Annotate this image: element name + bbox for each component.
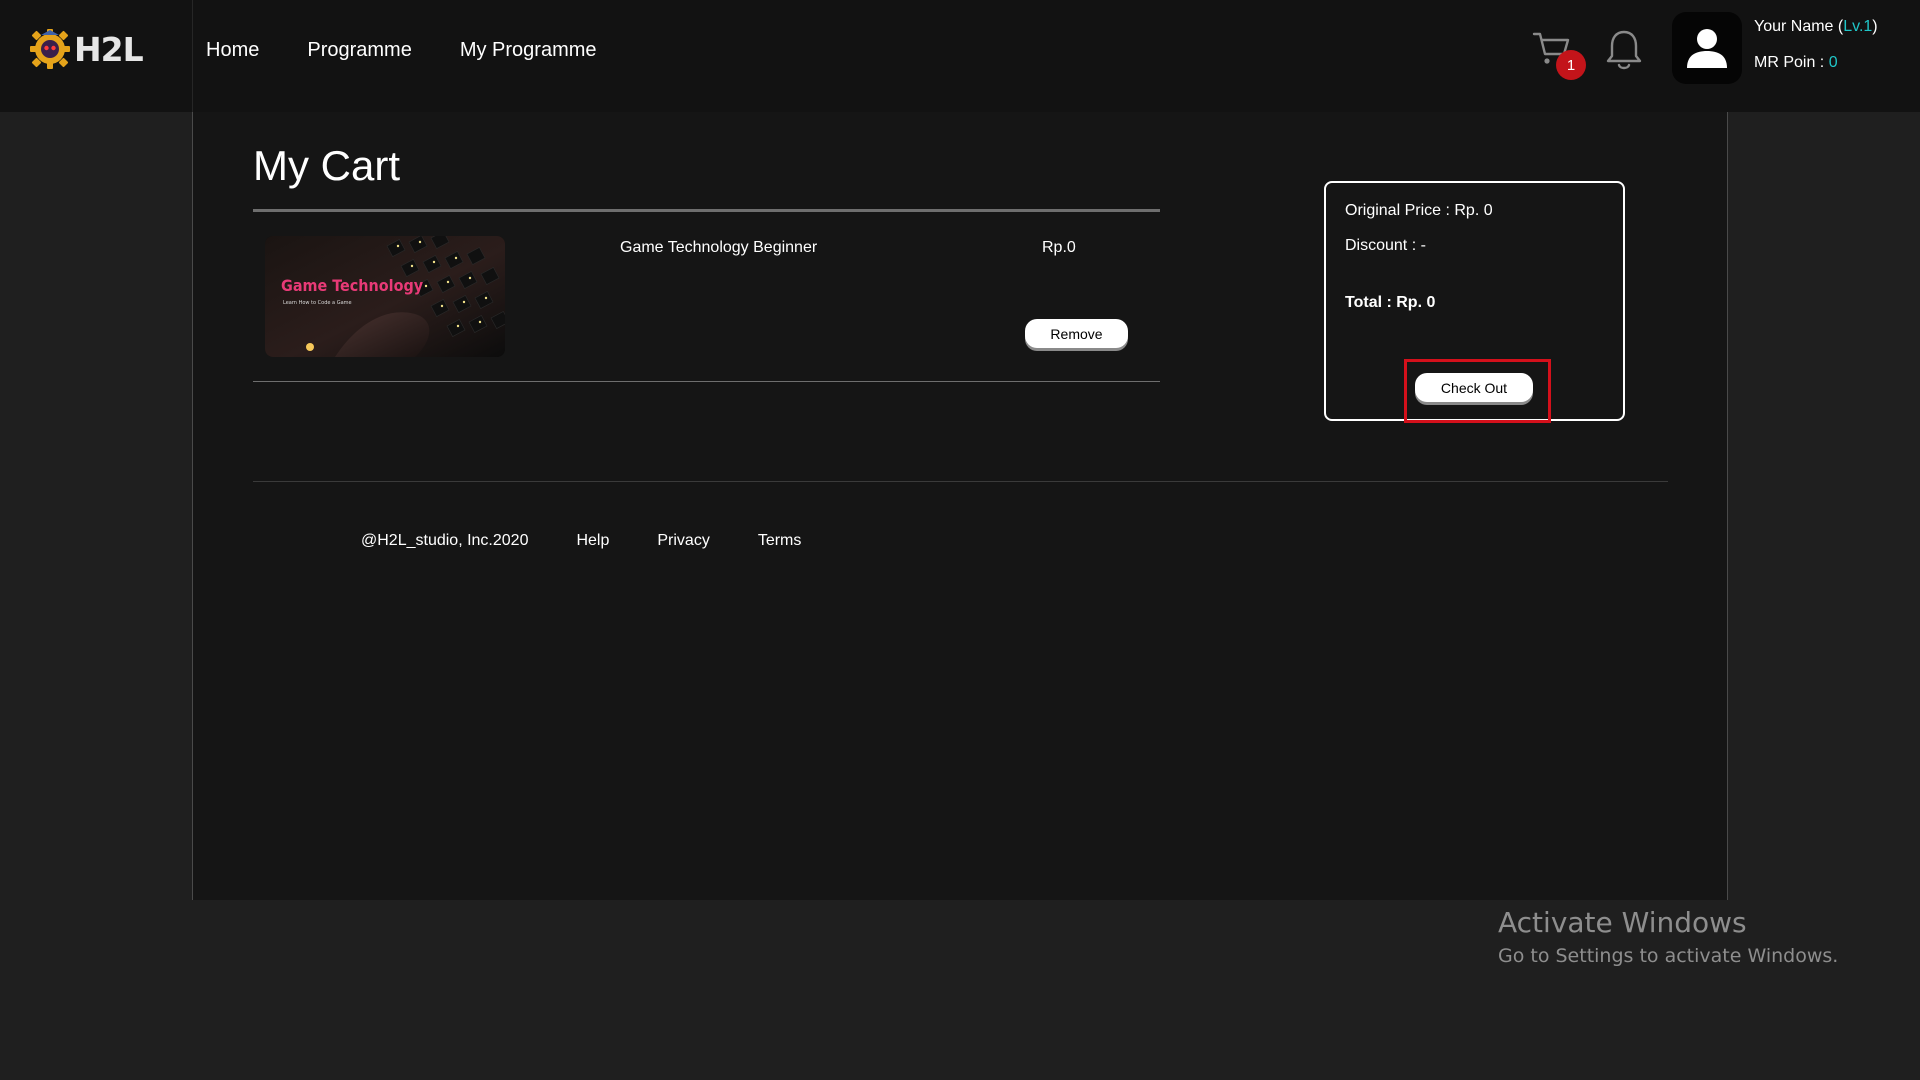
- cart-item-price: Rp.0: [1042, 239, 1076, 256]
- user-name-text: Your Name (: [1754, 18, 1844, 35]
- course-thumbnail[interactable]: Game Technology Learn How to Code a Game: [265, 236, 505, 357]
- main-nav: Home Programme My Programme: [206, 0, 645, 100]
- thumb-title: Game Technology: [281, 276, 424, 295]
- gear-logo-icon: [30, 29, 70, 69]
- page-title: My Cart: [253, 142, 400, 189]
- original-price: Original Price : Rp. 0: [1345, 202, 1493, 219]
- user-name[interactable]: Your Name (Lv.1): [1754, 18, 1878, 36]
- discount: Discount : -: [1345, 237, 1426, 254]
- top-navbar: H2L Home Programme My Programme 1 Your N…: [0, 0, 1920, 112]
- footer: @H2L_studio, Inc.2020 Help Privacy Terms: [361, 532, 849, 550]
- main-panel: My Cart Game Technology Learn How to Cod…: [192, 112, 1728, 900]
- bell-icon: [1606, 30, 1642, 70]
- nav-programme[interactable]: Programme: [307, 39, 411, 62]
- points-value: 0: [1828, 54, 1838, 71]
- user-name-close: ): [1872, 18, 1878, 35]
- thumb-subtitle: Learn How to Code a Game: [283, 300, 352, 306]
- user-level: Lv.1: [1843, 18, 1873, 35]
- footer-help-link[interactable]: Help: [576, 532, 609, 550]
- nav-my-programme[interactable]: My Programme: [460, 39, 597, 62]
- watermark-subtitle: Go to Settings to activate Windows.: [1498, 945, 1839, 967]
- footer-divider: [253, 481, 1668, 482]
- watermark-title: Activate Windows: [1498, 906, 1747, 939]
- footer-terms-link[interactable]: Terms: [758, 532, 802, 550]
- title-divider: [253, 209, 1160, 212]
- h2l-logo[interactable]: H2L: [28, 24, 144, 74]
- footer-privacy-link[interactable]: Privacy: [657, 532, 709, 550]
- notifications-button[interactable]: [1604, 28, 1644, 72]
- avatar[interactable]: [1672, 12, 1742, 84]
- points-label: MR Poin :: [1754, 54, 1829, 71]
- course-thumbnail-image: Game Technology Learn How to Code a Game: [265, 236, 505, 357]
- user-icon: [1687, 29, 1727, 68]
- cart-button[interactable]: 1: [1532, 28, 1592, 84]
- user-points: MR Poin : 0: [1754, 54, 1838, 72]
- footer-copyright: @H2L_studio, Inc.2020: [361, 532, 529, 549]
- checkout-button[interactable]: Check Out: [1415, 373, 1533, 402]
- total-price: Total : Rp. 0: [1345, 294, 1436, 311]
- remove-button[interactable]: Remove: [1025, 319, 1128, 348]
- item-divider: [253, 381, 1160, 382]
- cart-item-name[interactable]: Game Technology Beginner: [620, 239, 817, 257]
- windows-activation-watermark: Activate Windows Go to Settings to activ…: [1498, 906, 1838, 970]
- order-summary: Original Price : Rp. 0 Discount : - Tota…: [1324, 181, 1625, 423]
- logo-text: H2L: [74, 29, 144, 69]
- nav-home[interactable]: Home: [206, 39, 259, 62]
- cart-count-badge: 1: [1556, 50, 1586, 80]
- nav-divider: [192, 0, 193, 112]
